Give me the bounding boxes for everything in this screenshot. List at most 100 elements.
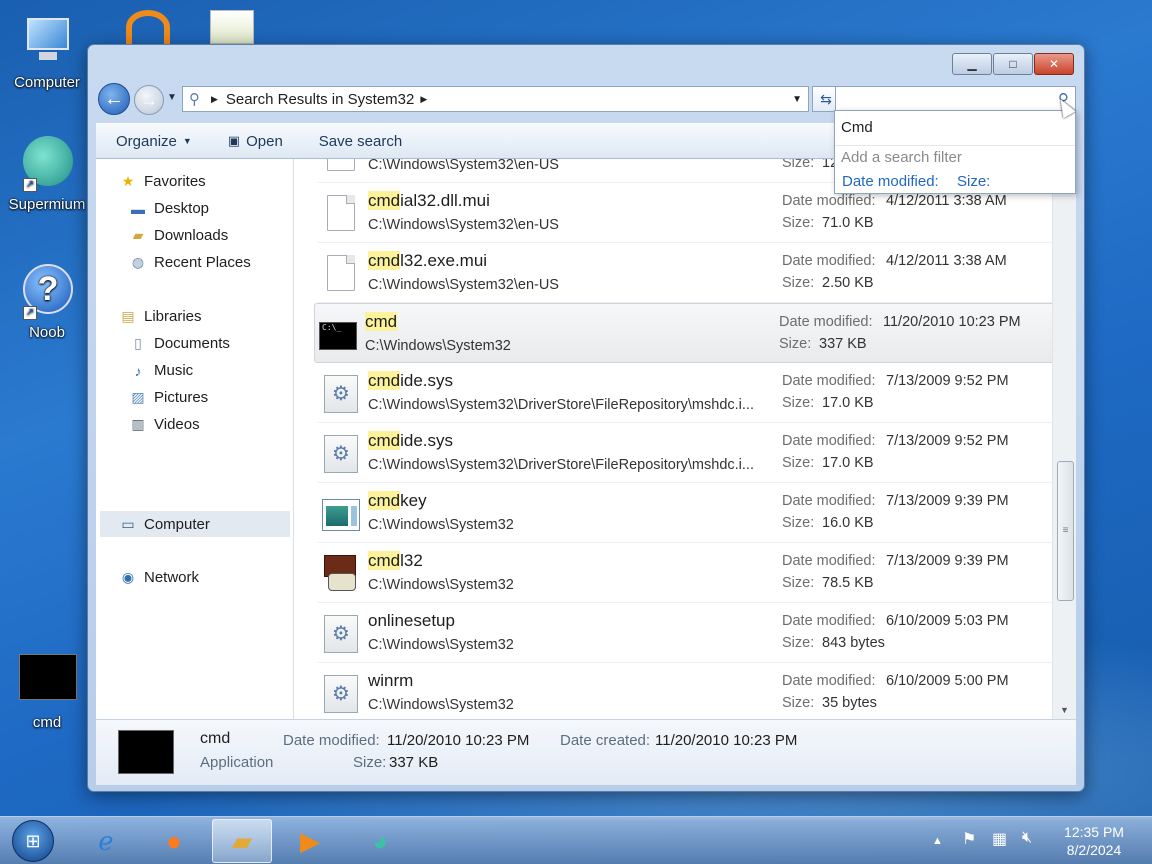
scroll-down-arrow-icon[interactable]: ▼ <box>1060 705 1069 715</box>
nav-music[interactable]: ♪ Music <box>128 362 194 379</box>
minimize-button[interactable]: ▁ <box>952 53 992 75</box>
filter-size-link[interactable]: Size: <box>957 173 990 190</box>
size-label: Size: <box>782 275 815 291</box>
network-icon: ◉ <box>121 569 135 585</box>
file-name-rest: key <box>400 491 427 510</box>
nav-desktop[interactable]: ▬ Desktop <box>128 200 209 217</box>
breadcrumb-chevron-icon[interactable]: ▶ <box>211 94 218 105</box>
recent-pages-dropdown[interactable]: ▼ <box>167 92 177 103</box>
search-results-list: C:\Windows\System32\en-US Size: 128 cmdi… <box>294 159 1052 719</box>
vertical-scrollbar[interactable]: ≡ ▼ <box>1052 159 1076 719</box>
desktop-icon-cmd[interactable]: cmd <box>5 654 89 731</box>
desktop-icon: ▬ <box>131 200 145 217</box>
desktop-icon-supermium[interactable]: ↗ Supermium <box>5 136 89 213</box>
address-bar[interactable]: ⚲ ▶ Search Results in System32 ▶ ▼ <box>182 86 809 112</box>
desktop-icon-partial-1[interactable] <box>126 10 170 44</box>
list-item-selected[interactable]: C:\_ cmd C:\Windows\System32 Date modifi… <box>314 303 1052 363</box>
recent-places-icon: ◍ <box>131 254 145 270</box>
taskbar-internet-explorer[interactable]: ℯ <box>76 819 136 863</box>
date-modified: 11/20/2010 10:23 PM <box>883 314 1021 330</box>
file-size: 337 KB <box>819 336 867 352</box>
file-name: cmd <box>365 312 398 332</box>
volume-muted-icon[interactable]: 🔇︎ <box>1022 829 1032 847</box>
desktop-icon-partial-2[interactable] <box>210 10 254 44</box>
nav-label: Computer <box>144 515 210 533</box>
system-clock[interactable]: 12:35 PM 8/2/2024 <box>1052 823 1136 859</box>
desktop-icon-computer[interactable]: Computer <box>5 14 89 91</box>
file-name: cmdial32.dll.mui <box>368 191 490 211</box>
highlight-match: cmd <box>368 431 401 450</box>
forward-button[interactable]: → <box>134 85 164 115</box>
nav-libraries[interactable]: ▤ Libraries <box>118 308 201 325</box>
nav-computer[interactable]: ▭ Computer <box>100 511 290 537</box>
start-button[interactable]: ⊞ <box>12 820 54 862</box>
back-button[interactable]: ← <box>98 83 130 115</box>
scroll-thumb[interactable]: ≡ <box>1057 461 1074 601</box>
show-hidden-icons-icon[interactable]: ▲ <box>932 835 943 847</box>
list-item[interactable]: ⚙ cmdide.sys C:\Windows\System32\DriverS… <box>318 423 1052 483</box>
nav-recent-places[interactable]: ◍ Recent Places <box>128 254 251 271</box>
highlight-match: cmd <box>368 251 401 270</box>
file-size: 843 bytes <box>822 635 885 651</box>
organize-button[interactable]: Organize ▼ <box>116 133 192 150</box>
list-item[interactable]: cmdl32.exe.mui C:\Windows\System32\en-US… <box>318 243 1052 303</box>
nav-downloads[interactable]: ▰ Downloads <box>128 227 229 244</box>
date-modified-label: Date modified: <box>782 553 876 569</box>
date-modified-label: Date modified: <box>782 433 876 449</box>
maximize-button[interactable]: □ <box>993 53 1033 75</box>
highlight-match: cmd <box>368 551 401 570</box>
action-center-flag-icon[interactable]: ⚑ <box>962 829 976 849</box>
search-filter-hint: Add a search filter <box>841 149 962 166</box>
taskbar-explorer[interactable]: ▰ <box>212 819 272 863</box>
cmd-icon <box>118 730 174 774</box>
desktop-icon-noob[interactable]: ? ↗ Noob <box>5 264 89 341</box>
save-search-button[interactable]: Save search <box>319 133 402 150</box>
file-size: 35 bytes <box>822 695 877 711</box>
open-button[interactable]: ▣ Open <box>228 133 283 150</box>
chevron-down-icon: ▼ <box>182 136 192 146</box>
details-size: 337 KB <box>389 754 439 771</box>
date-modified: 6/10/2009 5:03 PM <box>886 613 1009 629</box>
highlight-match: cmd <box>368 191 401 210</box>
file-name: cmdl32 <box>368 551 423 571</box>
file-name-rest: onlinesetup <box>368 611 455 630</box>
file-name-rest: ide.sys <box>400 371 454 390</box>
details-name: cmd <box>200 730 231 747</box>
address-dropdown-icon[interactable]: ▼ <box>792 94 802 105</box>
list-item[interactable]: cmdkey C:\Windows\System32 Date modified… <box>318 483 1052 543</box>
details-date-modified-label: Date modified: <box>283 732 380 749</box>
nav-pictures[interactable]: ▨ Pictures <box>128 389 208 406</box>
nav-documents[interactable]: ▯ Documents <box>128 335 230 352</box>
system-file-icon: ⚙ <box>322 675 360 715</box>
filter-date-modified-link[interactable]: Date modified: <box>842 173 939 190</box>
taskbar-media-player[interactable]: ▶ <box>280 819 340 863</box>
nav-label: Network <box>144 569 200 586</box>
taskbar-firefox[interactable]: ● <box>144 819 204 863</box>
nav-videos[interactable]: ▥ Videos <box>128 416 199 433</box>
libraries-icon: ▤ <box>121 308 135 324</box>
list-item[interactable]: ⚙ winrm C:\Windows\System32 Date modifie… <box>318 663 1052 719</box>
taskbar-supermium[interactable]: ◕ <box>350 819 410 863</box>
list-item[interactable]: ⚙ cmdide.sys C:\Windows\System32\DriverS… <box>318 363 1052 423</box>
list-item[interactable]: ⚙ onlinesetup C:\Windows\System32 Date m… <box>318 603 1052 663</box>
nav-favorites[interactable]: ★ Favorites <box>118 173 206 190</box>
nav-label: Recent Places <box>154 254 251 271</box>
system-file-icon: ⚙ <box>322 375 360 415</box>
nav-label: Music <box>154 362 194 379</box>
file-size: 16.0 KB <box>822 515 874 531</box>
close-button[interactable]: ✕ <box>1034 53 1074 75</box>
highlight-match: cmd <box>368 491 401 510</box>
file-path: C:\Windows\System32 <box>368 577 514 593</box>
size-label: Size: <box>782 455 815 471</box>
nav-label: Downloads <box>154 227 229 244</box>
search-suggestion-item[interactable]: Cmd <box>841 119 873 136</box>
breadcrumb-chevron-icon[interactable]: ▶ <box>420 94 427 105</box>
breadcrumb-search-results[interactable]: Search Results in System32 <box>226 91 414 108</box>
computer-icon: ▭ <box>121 515 135 532</box>
nav-network[interactable]: ◉ Network <box>118 569 199 586</box>
network-tray-icon[interactable]: ▦ <box>992 829 1007 849</box>
list-item[interactable]: cmdl32 C:\Windows\System32 Date modified… <box>318 543 1052 603</box>
taskbar: ⊞ ℯ ● ▰ ▶ ◕ ▲ ⚑ ▦ 🔇︎ 12:35 PM 8/2/2024 <box>0 816 1152 864</box>
file-name: onlinesetup <box>368 611 455 631</box>
search-input[interactable]: ⚲ <box>835 86 1076 112</box>
